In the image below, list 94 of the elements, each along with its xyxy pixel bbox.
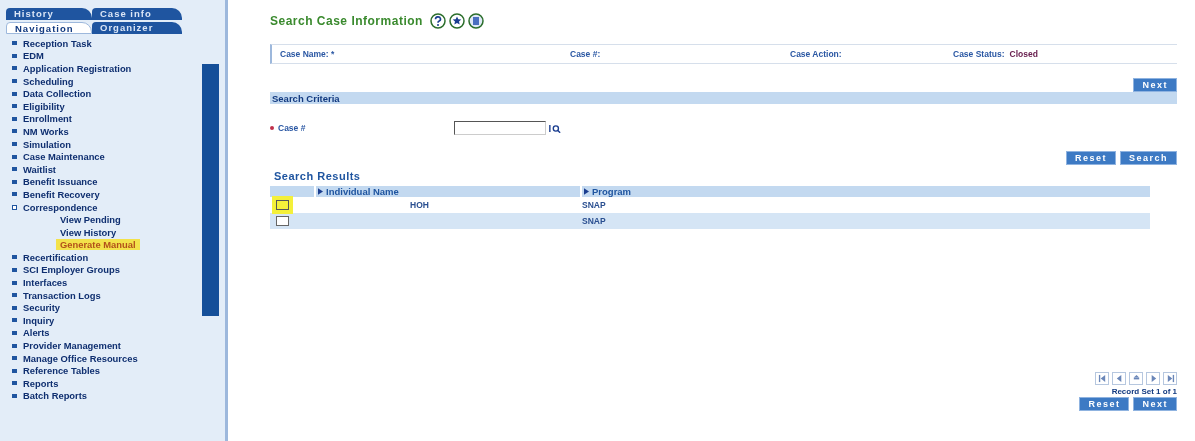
sidebar-tab[interactable]: Navigation xyxy=(6,22,92,34)
table-cell: SNAP xyxy=(582,200,606,210)
bullet-icon xyxy=(12,116,17,121)
bullet-icon xyxy=(12,66,17,71)
last-page-button[interactable] xyxy=(1163,372,1177,385)
nav-link[interactable]: Reference Tables xyxy=(23,365,100,377)
page-title: Search Case Information xyxy=(270,14,423,28)
first-page-button[interactable] xyxy=(1095,372,1109,385)
sort-icon xyxy=(318,188,323,195)
sort-icon xyxy=(584,188,589,195)
case-action-label: Case Action: xyxy=(790,49,843,59)
nav-link[interactable]: Enrollment xyxy=(23,113,72,125)
nav-sublink[interactable]: View History xyxy=(60,226,117,238)
nav-link[interactable]: Provider Management xyxy=(23,340,121,352)
bullet-icon xyxy=(12,179,17,184)
bullet-icon xyxy=(12,167,17,172)
bullet-icon xyxy=(12,305,17,310)
bullet-icon xyxy=(12,330,17,335)
case-name-label: Case Name: * xyxy=(280,49,336,59)
bullet-icon xyxy=(12,192,17,197)
prev-page-icon xyxy=(1114,374,1124,383)
bullet-icon xyxy=(12,104,17,109)
nav-link[interactable]: Correspondence xyxy=(23,201,98,213)
help-icon[interactable] xyxy=(429,13,446,29)
nav-link[interactable]: Simulation xyxy=(23,138,71,150)
document-icon[interactable] xyxy=(467,13,484,29)
nav-link[interactable]: Waitlist xyxy=(23,163,56,175)
header-cell xyxy=(270,186,314,197)
bullet-icon xyxy=(12,356,17,361)
nav-link[interactable]: Inquiry xyxy=(23,314,55,326)
nav-sublink[interactable]: View Pending xyxy=(60,214,121,226)
nav-link[interactable]: Benefit Issuance xyxy=(23,176,98,188)
bullet-icon xyxy=(12,293,17,298)
nav-link[interactable]: SCI Employer Groups xyxy=(23,264,120,276)
bullet-icon xyxy=(12,53,17,58)
bullet-icon xyxy=(12,343,17,348)
nav-link[interactable]: Recertification xyxy=(23,251,89,263)
nav-link[interactable]: Data Collection xyxy=(23,88,92,100)
table-cell: HOH xyxy=(410,200,429,210)
next-button[interactable]: Next xyxy=(1133,78,1177,92)
bullet-icon xyxy=(12,255,17,260)
bullet-icon xyxy=(12,393,17,398)
nav-link[interactable]: Reports xyxy=(23,377,59,389)
nav-link[interactable]: EDM xyxy=(23,50,44,62)
next-button[interactable]: Next xyxy=(1133,397,1177,411)
bullet-icon xyxy=(12,381,17,386)
nav-link[interactable]: Interfaces xyxy=(23,277,68,289)
bullet-icon xyxy=(12,368,17,373)
bullet-icon xyxy=(12,268,17,272)
bullet-icon xyxy=(12,154,17,159)
nav-link[interactable]: Alerts xyxy=(23,327,50,339)
results-title: Search Results xyxy=(274,170,362,182)
bullet-icon xyxy=(12,318,17,323)
record-set-text: Record Set 1 of 1 xyxy=(1110,387,1177,396)
case-number-field[interactable] xyxy=(454,121,546,135)
prev-page-button[interactable] xyxy=(1112,372,1126,385)
search-icon[interactable] xyxy=(549,123,561,133)
bullet-icon xyxy=(12,79,17,84)
nav-link[interactable]: NM Works xyxy=(23,125,69,137)
nav-link[interactable]: Benefit Recovery xyxy=(23,188,100,200)
column-header[interactable]: Individual Name xyxy=(316,186,580,197)
nav-link[interactable]: Application Registration xyxy=(23,63,132,74)
bullet-icon xyxy=(12,41,17,46)
field-label: Case # xyxy=(278,123,307,133)
nav-link[interactable]: Manage Office Resources xyxy=(23,352,138,364)
next-page-button[interactable] xyxy=(1146,372,1160,385)
first-page-icon xyxy=(1097,374,1107,383)
case-number-label: Case #: xyxy=(570,49,602,59)
nav-link[interactable]: Case Maintenance xyxy=(23,151,105,163)
row-checkbox[interactable] xyxy=(276,216,289,226)
bullet-icon xyxy=(12,91,17,96)
nav-link[interactable]: Reception Task xyxy=(23,37,92,49)
nav-link[interactable]: Eligibility xyxy=(23,100,65,112)
column-header[interactable]: Program xyxy=(582,186,1150,197)
sidebar-tab[interactable]: History xyxy=(6,8,92,20)
nav-sublink[interactable]: Generate Manual xyxy=(56,239,140,251)
section-title: Search Criteria xyxy=(271,92,340,104)
bullet-icon xyxy=(12,129,17,134)
search-button[interactable]: Search xyxy=(1119,151,1177,165)
nav-link[interactable]: Transaction Logs xyxy=(23,289,101,301)
last-page-icon xyxy=(1165,374,1175,383)
nav-link[interactable]: Batch Reports xyxy=(23,390,88,402)
sidebar-tab[interactable]: Organizer xyxy=(92,22,182,34)
scrollbar-thumb[interactable] xyxy=(202,64,219,316)
table-cell: SNAP xyxy=(582,216,606,226)
reset-button[interactable]: Reset xyxy=(1079,397,1130,411)
nav-link[interactable]: Security xyxy=(23,302,60,314)
sidebar-tab[interactable]: Case info xyxy=(92,8,182,20)
bullet-icon xyxy=(12,280,17,285)
bullet-icon xyxy=(12,142,17,147)
reset-button[interactable]: Reset xyxy=(1065,151,1116,165)
nav-link[interactable]: Scheduling xyxy=(23,75,74,87)
case-status-value: Closed xyxy=(1009,49,1038,59)
case-status-label: Case Status: xyxy=(953,49,1005,59)
